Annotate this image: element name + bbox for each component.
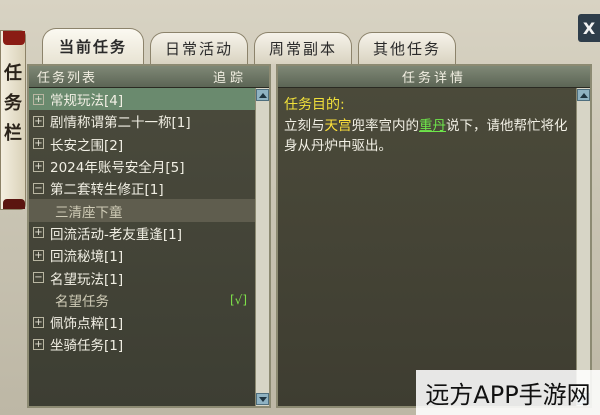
quest-subitem-sanqing[interactable]: 三清座下童 — [29, 199, 255, 222]
expand-icon[interactable]: + — [33, 160, 44, 172]
quest-item-siege-of-changan[interactable]: + 长安之围[2] — [29, 133, 255, 155]
quest-item-rebirth-fix[interactable]: − 第二套转生修正[1] — [29, 177, 255, 199]
quest-item-label: 坐骑任务[1] — [50, 338, 124, 355]
quest-detail-scrollbar[interactable] — [576, 88, 590, 406]
quest-detail-body: 任务目的: 立刻与天宫兜率宫内的重丹说下，请他帮忙将化身从丹炉中驱出。 — [278, 88, 576, 406]
expand-icon[interactable]: + — [33, 316, 44, 328]
quest-item-reputation[interactable]: − 名望玩法[1] — [29, 266, 255, 288]
quest-list: + 常规玩法[4] + 剧情称谓第二十一称[1] + 长安之围[2] + 202… — [29, 88, 255, 406]
close-icon: X — [582, 18, 596, 38]
tab-other-quests[interactable]: 其他任务 — [358, 32, 457, 64]
quest-item-label: 回流活动-老友重逢[1] — [50, 226, 182, 243]
collapse-icon[interactable]: − — [33, 182, 44, 194]
quest-item-story-title[interactable]: + 剧情称谓第二十一称[1] — [29, 110, 255, 132]
scroll-up-icon[interactable] — [577, 89, 590, 101]
quest-item-label: 剧情称谓第二十一称[1] — [50, 115, 191, 132]
quest-detail-panel: 任务详情 任务目的: 立刻与天宫兜率宫内的重丹说下，请他帮忙将化身从丹炉中驱出。 — [276, 64, 592, 408]
quest-item-account-security[interactable]: + 2024年账号安全月[5] — [29, 155, 255, 177]
tab-bar: 当前任务 日常活动 周常副本 其他任务 — [42, 28, 462, 64]
scroll-decoration: 任 务 栏 — [0, 30, 26, 210]
quest-list-title: 任务列表 — [37, 71, 98, 86]
quest-subitem-reputation-task[interactable]: 名望任务 [√] — [29, 289, 255, 311]
expand-icon[interactable]: + — [33, 93, 44, 105]
goal-text-part: 立刻与 — [284, 118, 325, 134]
quest-goal-text: 立刻与天宫兜率宫内的重丹说下，请他帮忙将化身从丹炉中驱出。 — [284, 116, 570, 156]
track-check-icon[interactable]: [√] — [230, 293, 247, 307]
quest-item-label: 长安之围[2] — [50, 137, 124, 154]
quest-detail-title: 任务详情 — [401, 71, 466, 86]
scroll-char-2: 务 — [4, 93, 22, 114]
tab-current-quests[interactable]: 当前任务 — [42, 28, 145, 64]
expand-icon[interactable]: + — [33, 138, 44, 150]
quest-item-mount[interactable]: + 坐骑任务[1] — [29, 333, 255, 355]
quest-item-label: 名望任务 — [55, 293, 109, 310]
scroll-char-1: 任 — [4, 63, 22, 84]
quest-item-returning-friends[interactable]: + 回流活动-老友重逢[1] — [29, 222, 255, 244]
quest-goal-label: 任务目的: — [284, 97, 345, 113]
expand-icon[interactable]: + — [33, 115, 44, 127]
quest-item-label: 第二套转生修正[1] — [50, 182, 164, 199]
track-label: 追踪 — [212, 71, 247, 86]
quest-item-returning-realm[interactable]: + 回流秘境[1] — [29, 244, 255, 266]
close-button[interactable]: X — [578, 14, 600, 42]
tab-weekly-dungeons[interactable]: 周常副本 — [254, 32, 353, 64]
quest-item-label: 2024年账号安全月[5] — [50, 160, 185, 177]
quest-list-scrollbar[interactable] — [255, 88, 269, 406]
quest-list-header: 任务列表 追踪 — [29, 66, 269, 88]
watermark: 远方APP手游网 — [416, 370, 600, 415]
scroll-char-3: 栏 — [4, 123, 22, 144]
quest-item-regular-gameplay[interactable]: + 常规玩法[4] — [29, 88, 255, 111]
quest-list-panel: 任务列表 追踪 + 常规玩法[4] + 剧情称谓第二十一称[1] + 长安之围[… — [27, 64, 271, 408]
place-link[interactable]: 天宫 — [325, 118, 352, 134]
expand-icon[interactable]: + — [33, 227, 44, 239]
scroll-down-icon[interactable] — [256, 393, 269, 405]
expand-icon[interactable]: + — [33, 338, 44, 350]
quest-item-label: 常规玩法[4] — [50, 93, 124, 110]
quest-item-label: 三清座下童 — [55, 204, 123, 221]
tab-daily-activities[interactable]: 日常活动 — [150, 32, 249, 64]
expand-icon[interactable]: + — [33, 249, 44, 261]
quest-detail-header: 任务详情 — [278, 66, 590, 88]
scroll-up-icon[interactable] — [256, 89, 269, 101]
quest-item-label: 佩饰点粹[1] — [50, 316, 124, 333]
collapse-icon[interactable]: − — [33, 272, 44, 284]
quest-item-label: 回流秘境[1] — [50, 249, 124, 266]
goal-text-part: 兜率宫内的 — [351, 118, 420, 134]
quest-item-label: 名望玩法[1] — [50, 271, 124, 288]
quest-item-accessory[interactable]: + 佩饰点粹[1] — [29, 311, 255, 333]
npc-link[interactable]: 重丹 — [419, 118, 446, 134]
